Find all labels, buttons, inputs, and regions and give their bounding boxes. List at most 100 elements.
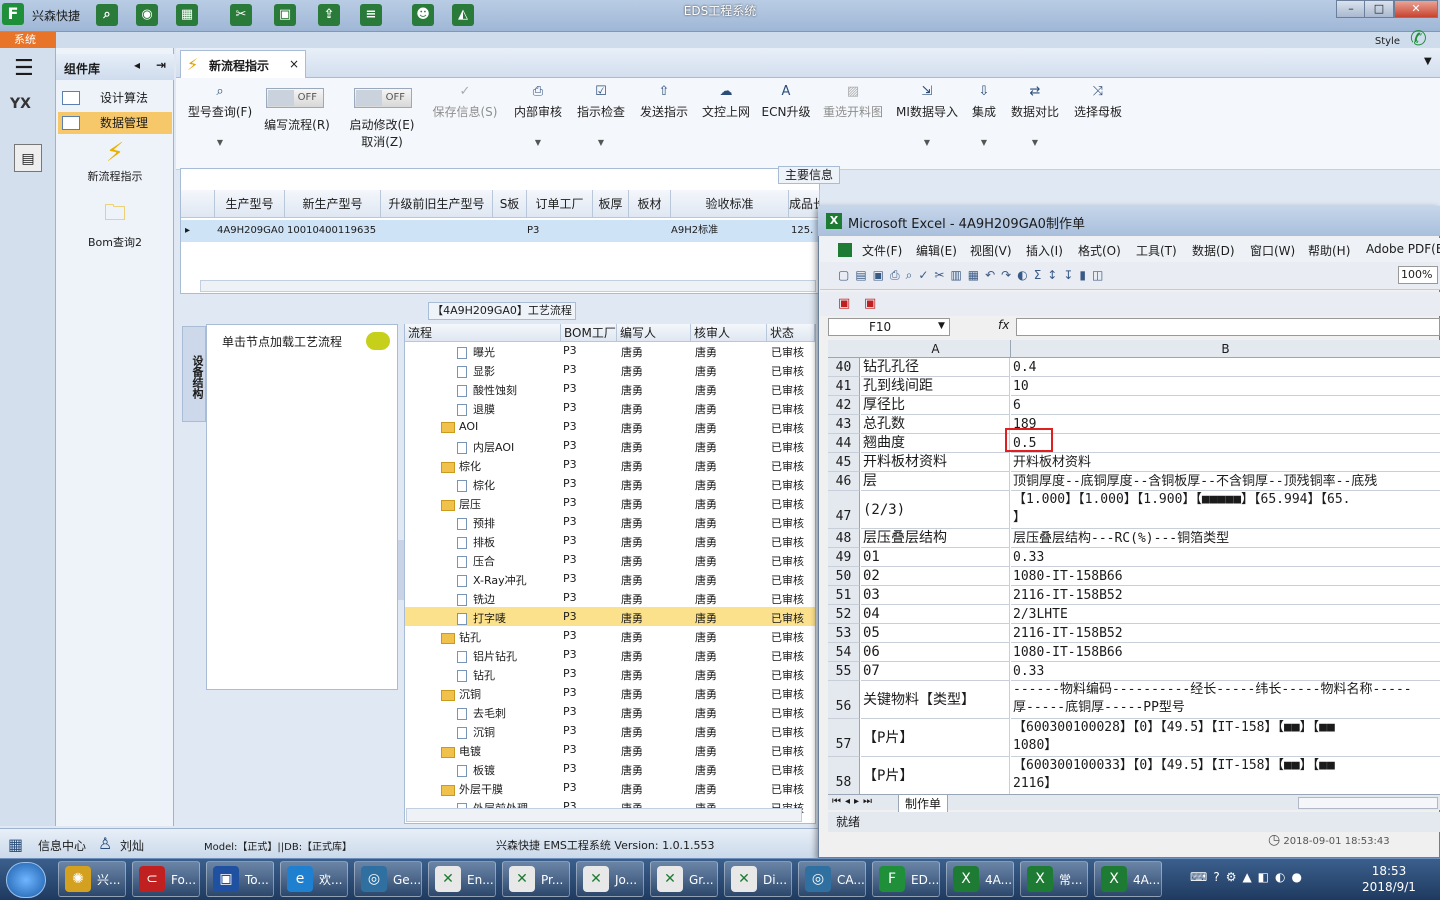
- collapse-left-icon[interactable]: ◂: [134, 58, 140, 72]
- column-header[interactable]: 升级前旧生产型号: [381, 190, 493, 218]
- menu-view[interactable]: 视图(V): [970, 242, 1012, 259]
- sheet-horizontal-scrollbar[interactable]: [1298, 797, 1438, 809]
- model-query-button[interactable]: ⌕ 型号查询(F) ▼: [184, 84, 256, 147]
- cell-b[interactable]: 1080-IT-158B66: [1011, 643, 1440, 662]
- device-structure-tab[interactable]: 设备结构: [182, 326, 206, 422]
- flow-row[interactable]: 预排 P3 唐勇 唐勇 已审核: [405, 512, 815, 531]
- system-tab[interactable]: 系统: [0, 32, 56, 48]
- flow-row[interactable]: 显影 P3 唐勇 唐勇 已审核: [405, 360, 815, 379]
- row-header[interactable]: 42: [828, 396, 860, 415]
- cell-a[interactable]: 关键物料【类型】: [861, 681, 1010, 719]
- flow-horizontal-scrollbar[interactable]: [406, 808, 802, 822]
- column-header[interactable]: 板材: [629, 190, 671, 218]
- cell-a[interactable]: 翘曲度: [861, 434, 1010, 453]
- cell-b[interactable]: 0.5: [1011, 434, 1440, 453]
- cell-b[interactable]: 189: [1011, 415, 1440, 434]
- flow-row[interactable]: 层压 P3 唐勇 唐勇 已审核: [405, 493, 815, 512]
- cell-b[interactable]: 2/3LHTE: [1011, 605, 1440, 624]
- row-header[interactable]: 49: [828, 548, 860, 567]
- cell-b[interactable]: 【1.000】【1.000】【1.900】【■■■■■】【65.994】【65.…: [1011, 491, 1440, 529]
- sidebar-item-data-management[interactable]: 数据管理: [58, 112, 172, 134]
- row-header[interactable]: 40: [828, 358, 860, 377]
- flow-row[interactable]: 去毛刺 P3 唐勇 唐勇 已审核: [405, 702, 815, 721]
- menu-edit[interactable]: 编辑(E): [916, 242, 957, 259]
- row-header[interactable]: 51: [828, 586, 860, 605]
- menu-file[interactable]: 文件(F): [862, 242, 902, 259]
- menu-window[interactable]: 窗口(W): [1250, 242, 1295, 259]
- write-flow-toggle[interactable]: OFF: [266, 88, 324, 108]
- cell-b[interactable]: 【600300100028】【0】【49.5】【IT-158】【■■】【■■ 1…: [1011, 719, 1440, 757]
- sidebar-item-design-algorithm[interactable]: 设计算法: [58, 87, 172, 109]
- flow-row[interactable]: X-Ray冲孔 P3 唐勇 唐勇 已审核: [405, 569, 815, 588]
- cell-b[interactable]: 1080-IT-158B66: [1011, 567, 1440, 586]
- close-tab-icon[interactable]: ×: [289, 57, 299, 71]
- start-edit-toggle[interactable]: OFF: [354, 88, 412, 108]
- row-header[interactable]: 55: [828, 662, 860, 681]
- row-header[interactable]: 58: [828, 757, 860, 795]
- mi-data-import-button[interactable]: ⇲ MI数据导入 ▼: [892, 84, 962, 147]
- minimize-button[interactable]: –: [1336, 0, 1366, 18]
- cell-a[interactable]: 孔到线间距: [861, 377, 1010, 396]
- sheet-tab-active[interactable]: 制作单: [898, 795, 949, 813]
- column-header[interactable]: 成品长度: [789, 190, 820, 218]
- taskbar-item[interactable]: ✕ Jo...: [576, 861, 644, 897]
- row-header[interactable]: 47: [828, 491, 860, 529]
- flow-row[interactable]: 外层干膜 P3 唐勇 唐勇 已审核: [405, 778, 815, 797]
- hamburger-menu-icon[interactable]: ☰: [14, 56, 34, 81]
- doc-control-online-button[interactable]: ☁ 文控上网: [698, 84, 754, 120]
- cell-a[interactable]: 05: [861, 624, 1010, 643]
- cell-a[interactable]: 07: [861, 662, 1010, 681]
- internal-review-button[interactable]: ⎙ 内部审核 ▼: [510, 84, 566, 147]
- taskbar-item[interactable]: ✕ Gr...: [650, 861, 718, 897]
- pin-icon[interactable]: ⇥: [156, 58, 166, 72]
- info-center-link[interactable]: 信息中心: [38, 837, 86, 854]
- taskbar-item[interactable]: ◎ CA...: [798, 861, 866, 897]
- row-header[interactable]: 52: [828, 605, 860, 624]
- row-header[interactable]: 50: [828, 567, 860, 586]
- tab-new-flow[interactable]: ⚡ 新流程指示 ×: [180, 50, 306, 78]
- calculator-icon[interactable]: ▤: [14, 144, 42, 172]
- start-button[interactable]: [6, 862, 46, 898]
- cell-a[interactable]: 总孔数: [861, 415, 1010, 434]
- cell-a[interactable]: 钻孔孔径: [861, 358, 1010, 377]
- cell-b[interactable]: 顶铜厚度--底铜厚度--含铜板厚--不含铜厚--顶残铜率--底残: [1011, 472, 1440, 491]
- excel-doc-icon[interactable]: [838, 243, 852, 257]
- save-info-button[interactable]: ✓ 保存信息(S): [428, 84, 502, 120]
- taskbar-item[interactable]: ✺ 兴...: [58, 861, 126, 897]
- column-header[interactable]: 流程: [405, 324, 561, 342]
- cell-a[interactable]: 厚径比: [861, 396, 1010, 415]
- row-header[interactable]: 45: [828, 453, 860, 472]
- row-header[interactable]: 46: [828, 472, 860, 491]
- flow-row[interactable]: 铝片钻孔 P3 唐勇 唐勇 已审核: [405, 645, 815, 664]
- cell-a[interactable]: 03: [861, 586, 1010, 605]
- cell-a[interactable]: 【P片】: [861, 757, 1010, 795]
- integrate-button[interactable]: ⇩ 集成 ▼: [968, 84, 1000, 147]
- flow-row[interactable]: 退膜 P3 唐勇 唐勇 已审核: [405, 398, 815, 417]
- maximize-button[interactable]: □: [1364, 0, 1394, 18]
- cell-a[interactable]: 【P片】: [861, 719, 1010, 757]
- menu-adobe-pdf[interactable]: Adobe PDF(B): [1366, 242, 1440, 256]
- taskbar-item[interactable]: ▣ To...: [206, 861, 274, 897]
- pdf-email-icon[interactable]: ▣: [864, 296, 876, 311]
- menu-data[interactable]: 数据(D): [1192, 242, 1235, 259]
- flow-row[interactable]: 板镀 P3 唐勇 唐勇 已审核: [405, 759, 815, 778]
- flow-row[interactable]: 沉铜 P3 唐勇 唐勇 已审核: [405, 721, 815, 740]
- cell-a[interactable]: 02: [861, 567, 1010, 586]
- send-instruction-button[interactable]: ⇧ 发送指示: [636, 84, 692, 120]
- column-header[interactable]: S板: [493, 190, 527, 218]
- row-header[interactable]: 53: [828, 624, 860, 643]
- menu-help[interactable]: 帮助(H): [1308, 242, 1350, 259]
- clock-time[interactable]: 18:53: [1354, 864, 1424, 878]
- flow-row[interactable]: 棕化 P3 唐勇 唐勇 已审核: [405, 455, 815, 474]
- clock-date[interactable]: 2018/9/1: [1354, 880, 1424, 894]
- row-header[interactable]: 43: [828, 415, 860, 434]
- flow-row[interactable]: 钻孔 P3 唐勇 唐勇 已审核: [405, 626, 815, 645]
- taskbar-item[interactable]: X 常...: [1020, 861, 1088, 897]
- cell-b[interactable]: ------物料编码----------经长-----纬长-----物料名称--…: [1011, 681, 1440, 719]
- table-row[interactable]: ▸ 4A9H209GA0 10010400119635 P3 A9H2标准 12…: [181, 220, 819, 242]
- tray-icons[interactable]: ⌨?⚙▲◧◐●: [1190, 870, 1308, 884]
- cell-b[interactable]: 【600300100033】【0】【49.5】【IT-158】【■■】【■■ 2…: [1011, 757, 1440, 795]
- flow-row[interactable]: 棕化 P3 唐勇 唐勇 已审核: [405, 474, 815, 493]
- menu-format[interactable]: 格式(O): [1078, 242, 1121, 259]
- flow-row[interactable]: 压合 P3 唐勇 唐勇 已审核: [405, 550, 815, 569]
